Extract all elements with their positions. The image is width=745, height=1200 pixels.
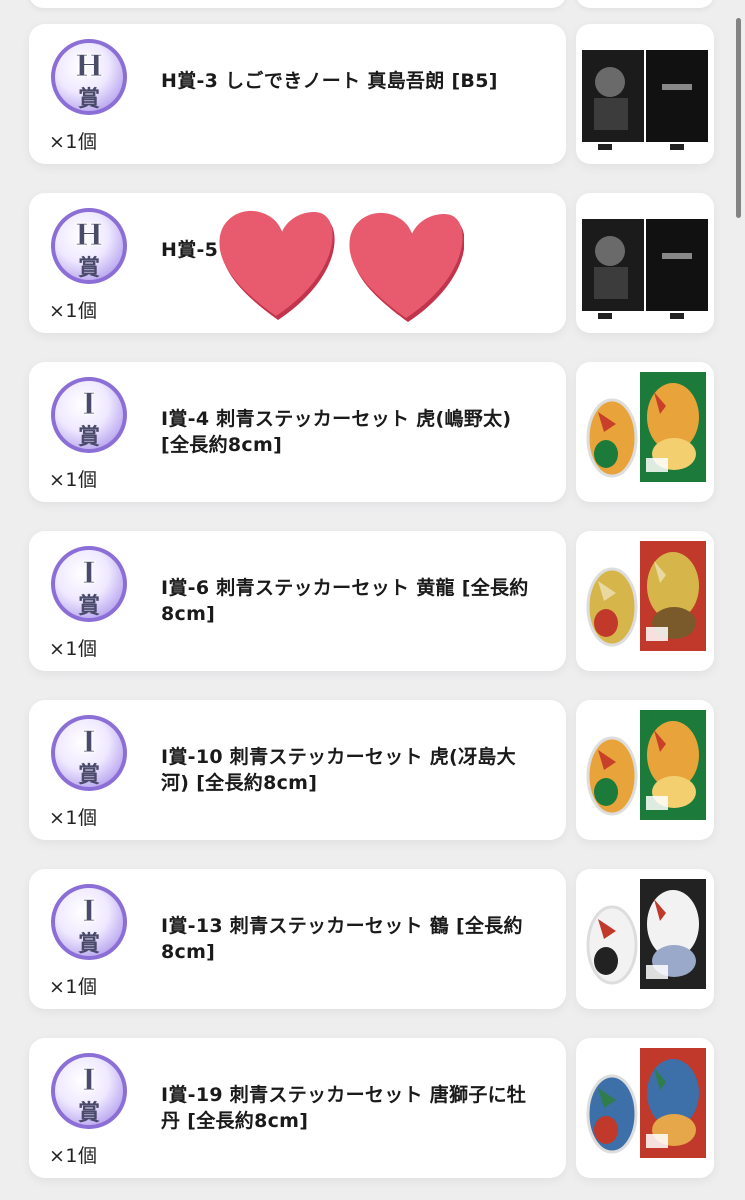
svg-text:賞: 賞 bbox=[78, 593, 100, 619]
tiger-sticker-image[interactable] bbox=[576, 362, 714, 502]
svg-text:I: I bbox=[82, 1063, 96, 1098]
prize-card[interactable]: I 賞 I賞-10 刺青ステッカーセット 虎(冴島大河) [全長約8cm] ×1個 bbox=[29, 700, 566, 840]
scrollbar-thumb[interactable] bbox=[736, 18, 741, 218]
svg-text:I: I bbox=[82, 725, 96, 760]
prize-card[interactable]: I 賞 I賞-19 刺青ステッカーセット 唐獅子に牡丹 [全長約8cm] ×1個 bbox=[29, 1038, 566, 1178]
prize-title: I賞-6 刺青ステッカーセット 黄龍 [全長約8cm] bbox=[161, 577, 529, 625]
grade-badge-icon: H 賞 bbox=[49, 37, 129, 117]
lion-sticker-image[interactable] bbox=[576, 1038, 714, 1178]
prize-row[interactable]: I 賞 I賞-6 刺青ステッカーセット 黄龍 [全長約8cm] ×1個 bbox=[0, 531, 745, 671]
prize-title: I賞-10 刺青ステッカーセット 虎(冴島大河) [全長約8cm] bbox=[161, 746, 516, 794]
svg-text:I: I bbox=[82, 387, 96, 422]
prize-title: H賞-5 bbox=[161, 239, 219, 261]
partial-thumb-top bbox=[576, 0, 714, 8]
svg-text:賞: 賞 bbox=[78, 86, 100, 112]
prize-quantity: ×1個 bbox=[49, 300, 98, 322]
prize-title: I賞-4 刺青ステッカーセット 虎(嶋野太) [全長約8cm] bbox=[161, 408, 512, 456]
dragon-sticker-image[interactable] bbox=[576, 531, 714, 671]
prize-title: I賞-13 刺青ステッカーセット 鶴 [全長約8cm] bbox=[161, 915, 523, 963]
prize-card[interactable]: I 賞 I賞-4 刺青ステッカーセット 虎(嶋野太) [全長約8cm] ×1個 bbox=[29, 362, 566, 502]
prize-card[interactable]: H 賞 H賞-5 ×1個 bbox=[29, 193, 566, 333]
prize-row[interactable]: I 賞 I賞-4 刺青ステッカーセット 虎(嶋野太) [全長約8cm] ×1個 bbox=[0, 362, 745, 502]
prize-row[interactable]: I 賞 I賞-10 刺青ステッカーセット 虎(冴島大河) [全長約8cm] ×1個 bbox=[0, 700, 745, 840]
crane-sticker-image[interactable] bbox=[576, 869, 714, 1009]
grade-badge-icon: I 賞 bbox=[49, 882, 129, 962]
svg-text:I: I bbox=[82, 556, 96, 591]
grade-badge-icon: I 賞 bbox=[49, 713, 129, 793]
svg-text:賞: 賞 bbox=[78, 424, 100, 450]
svg-text:賞: 賞 bbox=[78, 931, 100, 957]
svg-text:H: H bbox=[75, 49, 103, 84]
prize-quantity: ×1個 bbox=[49, 807, 98, 829]
grade-badge-icon: I 賞 bbox=[49, 544, 129, 624]
tiger-sticker-image[interactable] bbox=[576, 700, 714, 840]
notebook-majima-image[interactable] bbox=[576, 24, 714, 164]
prize-quantity: ×1個 bbox=[49, 469, 98, 491]
prize-card[interactable]: I 賞 I賞-6 刺青ステッカーセット 黄龍 [全長約8cm] ×1個 bbox=[29, 531, 566, 671]
prize-row[interactable]: I 賞 I賞-13 刺青ステッカーセット 鶴 [全長約8cm] ×1個 bbox=[0, 869, 745, 1009]
partial-card-top bbox=[29, 0, 566, 8]
prize-row[interactable]: H 賞 H賞-3 しごできノート 真島吾朗 [B5] ×1個 bbox=[0, 24, 745, 164]
grade-badge-icon: I 賞 bbox=[49, 1051, 129, 1131]
svg-text:賞: 賞 bbox=[78, 1100, 100, 1126]
grade-badge-icon: I 賞 bbox=[49, 375, 129, 455]
prize-quantity: ×1個 bbox=[49, 1145, 98, 1167]
prize-row[interactable]: H 賞 H賞-5 ×1個 bbox=[0, 193, 745, 333]
prize-card[interactable]: I 賞 I賞-13 刺青ステッカーセット 鶴 [全長約8cm] ×1個 bbox=[29, 869, 566, 1009]
prize-quantity: ×1個 bbox=[49, 976, 98, 998]
prize-title: I賞-19 刺青ステッカーセット 唐獅子に牡丹 [全長約8cm] bbox=[161, 1084, 527, 1132]
notebook-image[interactable] bbox=[576, 193, 714, 333]
prize-card[interactable]: H 賞 H賞-3 しごできノート 真島吾朗 [B5] ×1個 bbox=[29, 24, 566, 164]
svg-text:I: I bbox=[82, 894, 96, 929]
grade-badge-icon: H 賞 bbox=[49, 206, 129, 286]
prize-title: H賞-3 しごできノート 真島吾朗 [B5] bbox=[161, 70, 498, 92]
svg-text:H: H bbox=[75, 218, 103, 253]
prize-row[interactable]: I 賞 I賞-19 刺青ステッカーセット 唐獅子に牡丹 [全長約8cm] ×1個 bbox=[0, 1038, 745, 1178]
prize-quantity: ×1個 bbox=[49, 638, 98, 660]
svg-text:賞: 賞 bbox=[78, 255, 100, 281]
svg-text:賞: 賞 bbox=[78, 762, 100, 788]
prize-quantity: ×1個 bbox=[49, 131, 98, 153]
